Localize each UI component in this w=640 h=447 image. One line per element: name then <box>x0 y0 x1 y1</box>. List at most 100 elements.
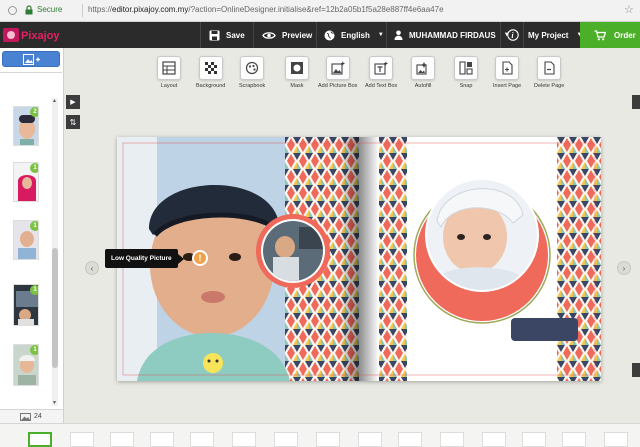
photo-count: 24 <box>34 413 42 420</box>
swap-vertical-icon: ⇅ <box>69 117 77 127</box>
topbar-divider <box>386 22 387 48</box>
topbar-divider <box>523 22 524 48</box>
my-project-label: My Project <box>528 30 569 40</box>
page-thumbnail[interactable] <box>440 432 464 447</box>
right-panel-toggle[interactable] <box>632 95 640 109</box>
right-panel-toggle[interactable] <box>632 363 640 377</box>
page-thumbnail[interactable] <box>110 432 134 447</box>
save-button[interactable]: Save <box>209 22 245 48</box>
scrapbook-icon <box>246 61 259 75</box>
page-thumbnail[interactable] <box>316 432 340 447</box>
preview-button[interactable]: Preview <box>262 22 312 48</box>
chevron-down-icon: ▼ <box>377 32 384 38</box>
text-box-placeholder <box>511 318 578 341</box>
page-thumbnail[interactable] <box>482 432 506 447</box>
topbar-divider <box>500 22 501 48</box>
page-thumbnail[interactable] <box>190 432 214 447</box>
secure-label: Secure <box>37 5 63 14</box>
add-photos-button[interactable] <box>2 51 60 67</box>
layout-tool[interactable]: Layout <box>157 56 181 90</box>
page-thumbnail[interactable] <box>604 432 628 447</box>
my-project-dropdown[interactable]: My Project ▼ <box>528 22 582 48</box>
chevron-left-icon: ‹ <box>90 263 94 273</box>
add-text-box-icon <box>374 61 388 75</box>
next-page-button[interactable]: › <box>617 261 631 275</box>
user-menu[interactable]: MUHAMMAD FIRDAUS ▼ <box>394 22 510 48</box>
photo-thumbnail[interactable]: 2 <box>13 106 39 146</box>
page-info-icon[interactable] <box>8 6 17 15</box>
photo-panel: 2 1 1 1 1 ▲ ▼ <box>0 48 64 409</box>
page-thumbnail[interactable] <box>28 432 52 447</box>
user-name: MUHAMMAD FIRDAUS <box>409 30 496 40</box>
background-tool[interactable]: Background <box>196 56 225 90</box>
page-thumbnail[interactable] <box>232 432 256 447</box>
photo-thumbnail[interactable]: 1 <box>13 344 39 386</box>
add-text-box-tool[interactable]: Add Text Box <box>365 56 397 90</box>
page-thumbnail[interactable] <box>562 432 586 447</box>
autofill-tool[interactable]: Autofill <box>411 56 435 90</box>
chevron-right-icon: › <box>622 263 626 273</box>
tool-label: Background <box>196 83 226 89</box>
photo-thumbnail[interactable]: 1 <box>13 162 39 202</box>
photobook-spread[interactable] <box>117 137 601 381</box>
tool-label: Delete Page <box>534 83 565 89</box>
page-thumbnail[interactable] <box>358 432 382 447</box>
scroll-down-icon[interactable]: ▼ <box>52 400 57 406</box>
sort-photos-button[interactable]: ⇅ <box>66 115 80 129</box>
pixajoy-logo[interactable]: Pixajoy <box>2 25 80 45</box>
eye-icon <box>262 31 276 39</box>
photo-thumbnail[interactable]: 1 <box>13 284 39 326</box>
photo-usage-badge: 1 <box>30 345 38 355</box>
tool-label: Add Text Box <box>365 83 398 89</box>
page-thumbnail[interactable] <box>150 432 174 447</box>
svg-text:i: i <box>511 31 514 40</box>
photo-panel-scroll-thumb[interactable] <box>52 248 58 368</box>
order-button[interactable]: Order <box>580 22 640 48</box>
add-picture-box-icon <box>331 61 345 75</box>
save-icon <box>209 30 220 40</box>
scrapbook-tool[interactable]: Scrapbook <box>239 56 265 90</box>
url-path: /?action=OnlineDesigner.initialise&ref=1… <box>188 5 444 14</box>
photos-icon <box>20 413 31 421</box>
url-text[interactable]: https://editor.pixajoy.com.my/?action=On… <box>88 5 444 14</box>
previous-page-button[interactable]: ‹ <box>85 261 99 275</box>
insert-page-tool[interactable]: Insert Page <box>493 56 521 90</box>
snap-tool[interactable]: Snap <box>454 56 478 90</box>
photo-count-bar: 24 <box>0 409 64 423</box>
language-label: English <box>341 30 370 40</box>
photo-usage-badge: 1 <box>30 221 38 231</box>
photo-usage-badge: 1 <box>30 163 38 173</box>
tool-label: Mask <box>290 83 304 89</box>
warning-icon[interactable]: ! <box>192 250 208 266</box>
snap-icon <box>459 61 473 75</box>
language-dropdown[interactable]: English ▼ <box>324 22 384 48</box>
add-picture-box-tool[interactable]: Add Picture Box <box>318 56 357 90</box>
scroll-up-icon[interactable]: ▲ <box>52 98 57 104</box>
tool-label: Insert Page <box>493 83 522 89</box>
app-top-bar: Pixajoy Save Preview English ▼ MUHAMMAD … <box>0 22 640 48</box>
lock-icon <box>25 5 33 15</box>
topbar-divider <box>316 22 317 48</box>
insert-page-icon <box>502 61 513 75</box>
low-quality-tooltip: Low Quality Picture <box>105 249 184 268</box>
page-thumbnail[interactable] <box>522 432 546 447</box>
mask-tool[interactable]: Mask <box>285 56 309 90</box>
tool-label: Autofill <box>414 83 432 89</box>
browser-address-bar: Secure https://editor.pixajoy.com.my/?ac… <box>0 0 640 22</box>
tool-label: Layout <box>160 83 178 89</box>
delete-page-tool[interactable]: Delete Page <box>534 56 564 90</box>
address-separator <box>82 4 83 17</box>
page-thumbnail[interactable] <box>398 432 422 447</box>
bookmark-star-icon[interactable]: ☆ <box>624 3 634 16</box>
topbar-divider <box>200 22 201 48</box>
photo-thumbnail[interactable]: 1 <box>13 220 39 260</box>
globe-icon <box>324 30 335 40</box>
page-thumbnail[interactable] <box>70 432 94 447</box>
url-host: editor.pixajoy.com.my <box>112 5 189 14</box>
logo-text: Pixajoy <box>21 30 60 42</box>
panel-divider <box>0 72 62 73</box>
cart-icon <box>594 29 606 40</box>
expand-panel-button[interactable]: ▶ <box>66 95 80 109</box>
page-thumbnail[interactable] <box>274 432 298 447</box>
topbar-divider <box>253 22 254 48</box>
